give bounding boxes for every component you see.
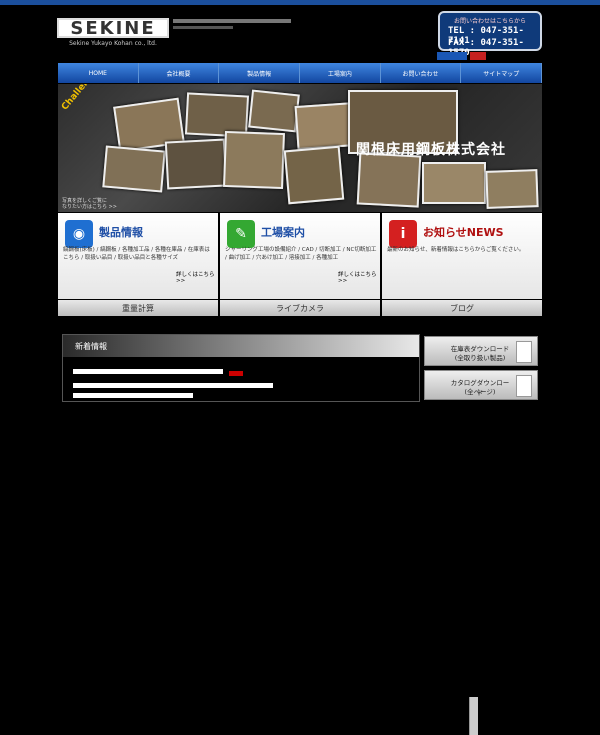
hero-photo xyxy=(164,138,228,190)
column-description: 最新のお知らせ、新着情報はこちらからご覧ください。 xyxy=(387,247,525,253)
news-item[interactable] xyxy=(73,369,223,374)
nav-item-factory[interactable]: 工場案内 xyxy=(300,63,381,83)
info-icon: i xyxy=(389,220,417,248)
pdf-icon xyxy=(516,375,532,397)
utility-buttons: 重量計算 ライブカメラ ブログ xyxy=(58,300,542,316)
news-panel: 新着情報 xyxy=(62,334,478,735)
header-tagline-sub xyxy=(173,26,233,29)
news-item[interactable] xyxy=(73,383,273,388)
logo-text: SEKINE xyxy=(70,17,156,39)
news-header: 新着情報 xyxy=(63,335,419,357)
feature-columns: ◉ 製品情報 縞鋼板(床板) / 縞鋼板 / 各種加工品 / 各種在庫品 / 在… xyxy=(58,213,542,299)
hero-company-name: 関根床用鋼板株式会社 xyxy=(356,142,506,158)
nav-item-home[interactable]: HOME xyxy=(58,63,139,83)
pdf-icon xyxy=(516,341,532,363)
inquiry-label: お問い合わせはこちらから xyxy=(453,18,526,25)
column-more-link[interactable]: 詳しくはこちら >> xyxy=(176,270,218,284)
nav-item-contact[interactable]: お問い合わせ xyxy=(381,63,462,83)
contact-icons xyxy=(437,52,497,60)
nav-item-sitemap[interactable]: サイトマップ xyxy=(461,63,543,83)
contact-banner[interactable]: お問い合わせはこちらから TEL : 047-351-7141 FAX : 04… xyxy=(438,11,542,58)
news-heading: 新着情報 xyxy=(75,342,107,351)
hero-photo xyxy=(356,152,422,208)
column-more-link[interactable]: 詳しくはこちら >> xyxy=(338,270,380,284)
feature-column-news[interactable]: i お知らせNEWS 最新のお知らせ、新着情報はこちらからご覧ください。 xyxy=(382,213,542,299)
contact-link-blue[interactable] xyxy=(437,52,467,60)
news-new-badge xyxy=(229,371,243,376)
hero-photo xyxy=(248,89,300,133)
clipboard-icon: ✎ xyxy=(227,220,255,248)
top-accent-bar xyxy=(0,0,600,5)
news-scrollbar[interactable] xyxy=(469,697,478,735)
logo-subtitle: Sekine Yukayo Kohan co., ltd. xyxy=(69,40,157,47)
column-title: 製品情報 xyxy=(99,226,143,239)
live-camera-button[interactable]: ライブカメラ xyxy=(220,300,380,316)
news-item[interactable] xyxy=(73,393,193,398)
column-title: 工場案内 xyxy=(261,226,305,239)
hero-banner[interactable]: Challenge and Evolution 関根床用鋼板株式会社 写真を詳し… xyxy=(58,84,542,212)
disc-icon: ◉ xyxy=(65,220,93,248)
feature-column-products[interactable]: ◉ 製品情報 縞鋼板(床板) / 縞鋼板 / 各種加工品 / 各種在庫品 / 在… xyxy=(58,213,218,299)
button-sublabel: (全ページ) xyxy=(464,388,496,396)
hero-photo xyxy=(422,162,486,204)
nav-item-company[interactable]: 会社概要 xyxy=(139,63,220,83)
main-navigation: HOME 会社概要 製品情報 工場案内 お問い合わせ サイトマップ xyxy=(58,63,543,83)
company-logo[interactable]: SEKINE Sekine Yukayo Kohan co., ltd. xyxy=(57,18,169,48)
hero-photo xyxy=(283,145,345,205)
column-description: シャーリング工場の設備紹介 / CAD / 切断加工 / NC切断加工 / 曲げ… xyxy=(225,247,377,262)
weight-calc-button[interactable]: 重量計算 xyxy=(58,300,218,316)
feature-column-factory[interactable]: ✎ 工場案内 シャーリング工場の設備紹介 / CAD / 切断加工 / NC切断… xyxy=(220,213,380,299)
header-tagline xyxy=(173,19,291,23)
contact-link-red[interactable] xyxy=(470,52,486,60)
nav-item-products[interactable]: 製品情報 xyxy=(219,63,301,83)
button-sublabel: (全取り扱い製品) xyxy=(454,354,506,362)
catalog-download-button[interactable]: カタログダウンロード (全ページ) xyxy=(424,370,538,400)
hero-photo xyxy=(485,169,539,209)
hero-photo xyxy=(223,130,285,190)
logo-box: SEKINE xyxy=(57,17,169,39)
column-title: お知らせNEWS xyxy=(423,226,504,239)
stock-list-download-button[interactable]: 在庫表ダウンロード (全取り扱い製品) xyxy=(424,336,538,366)
column-description: 縞鋼板(床板) / 縞鋼板 / 各種加工品 / 各種在庫品 / 在庫表はこちら … xyxy=(63,247,210,262)
hero-photo xyxy=(102,145,166,193)
hero-caption-link[interactable]: なりたい方はこちら >> xyxy=(62,203,117,210)
blog-button[interactable]: ブログ xyxy=(382,300,542,316)
